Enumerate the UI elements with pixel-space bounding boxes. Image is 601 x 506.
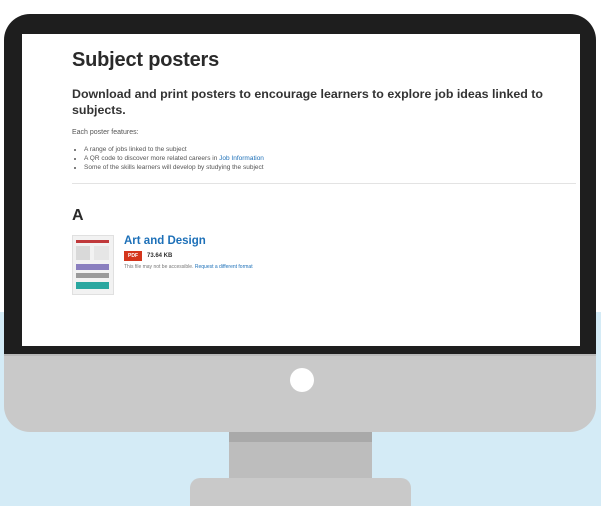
file-size: 73.64 KB (147, 253, 173, 259)
monitor-stand-foot (190, 478, 411, 506)
feature-item: Some of the skills learners will develop… (84, 163, 572, 172)
features-list: A range of jobs linked to the subject A … (72, 145, 572, 172)
request-format-link[interactable]: Request a different format (195, 264, 253, 270)
file-meta: PDF 73.64 KB (124, 251, 172, 261)
monitor-chin (4, 354, 596, 432)
section-divider (72, 183, 576, 184)
pdf-badge: PDF (124, 251, 142, 261)
poster-title-link[interactable]: Art and Design (124, 235, 206, 247)
section-letter: A (72, 207, 84, 224)
poster-thumbnail[interactable] (72, 235, 114, 295)
accessibility-note: This file may not be accessible. Request… (124, 264, 253, 270)
monitor-stand-shadow (229, 432, 372, 442)
poster-item: Art and Design PDF 73.64 KB This file ma… (72, 235, 572, 305)
monitor-camera-icon (290, 368, 314, 392)
feature-item: A QR code to discover more related caree… (84, 154, 572, 163)
page-content: Subject posters Download and print poste… (72, 49, 576, 305)
page-title: Subject posters (72, 49, 220, 71)
monitor-screen: Subject posters Download and print poste… (22, 34, 580, 346)
job-information-link[interactable]: Job Information (219, 155, 264, 162)
intro-text: Each poster features: (72, 129, 139, 136)
page-lead: Download and print posters to encourage … (72, 87, 543, 117)
feature-item: A range of jobs linked to the subject (84, 145, 572, 154)
